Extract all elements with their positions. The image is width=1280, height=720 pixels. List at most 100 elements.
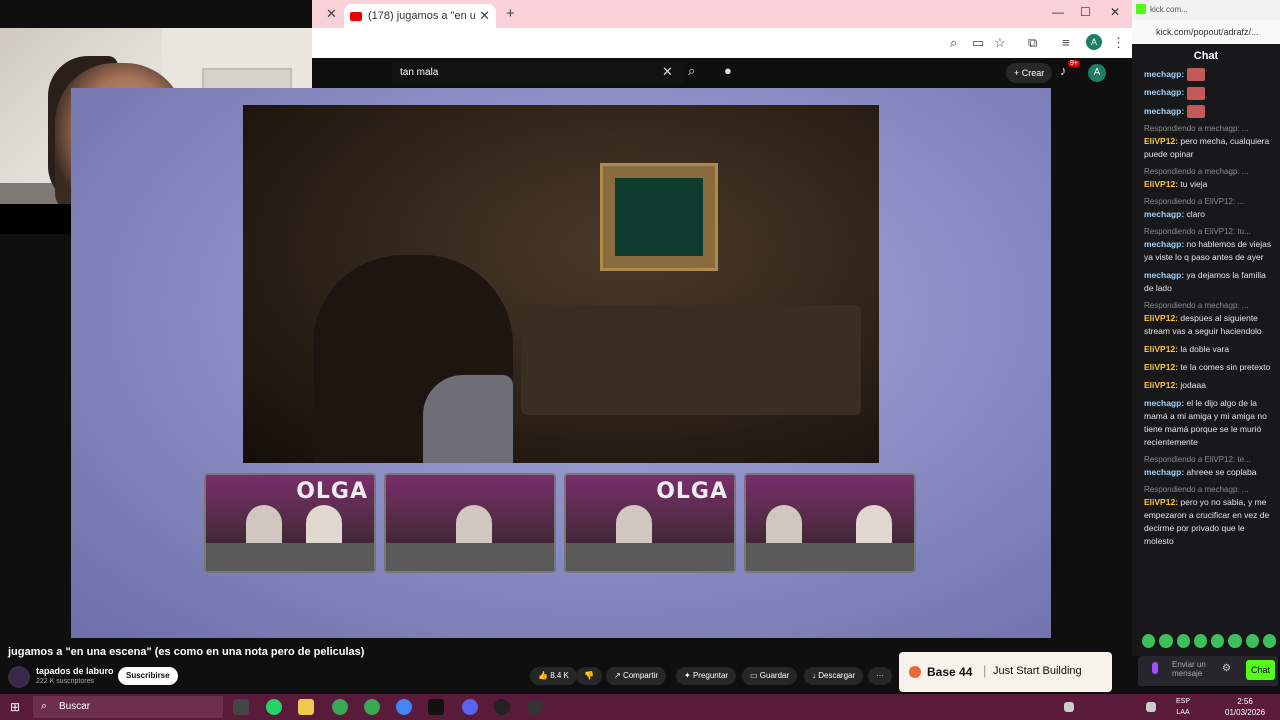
- search-input[interactable]: tan mala: [392, 62, 684, 84]
- zoom-icon[interactable]: ⌕: [950, 35, 957, 51]
- chat-username[interactable]: EliVP12:: [1144, 362, 1178, 372]
- video-frame: [243, 105, 879, 463]
- language-indicator[interactable]: ESP LAA: [1176, 696, 1190, 718]
- whatsapp-icon[interactable]: [266, 699, 282, 715]
- chat-message: mechagp:: [1144, 104, 1274, 118]
- emote-icon[interactable]: [1228, 634, 1242, 648]
- video-thumbnail[interactable]: OLGA: [204, 473, 376, 573]
- ad-banner[interactable]: Base 44 | Just Start Building: [899, 652, 1112, 692]
- emote-icon[interactable]: [1193, 634, 1207, 648]
- system-clock[interactable]: 2:56 01/03/2026: [1225, 696, 1265, 718]
- chat-username[interactable]: mechagp:: [1144, 87, 1184, 97]
- taskbar-search[interactable]: ⌕ Buscar: [33, 696, 223, 718]
- chat-username[interactable]: mechagp:: [1144, 209, 1184, 219]
- chat-message: Respondiendo a EliVP12: ... mechagp: clar…: [1144, 196, 1274, 221]
- emote-icon[interactable]: [1211, 634, 1225, 648]
- share-button[interactable]: ↗ Compartir: [606, 667, 667, 685]
- more-actions-button[interactable]: ···: [868, 667, 892, 685]
- subscribe-button[interactable]: Suscribirse: [118, 667, 178, 685]
- chat-username[interactable]: mechagp:: [1144, 398, 1184, 408]
- windows-start-icon[interactable]: ⊞: [10, 700, 20, 714]
- gear-icon[interactable]: ⚙: [1222, 663, 1231, 674]
- microphone-icon[interactable]: [1152, 662, 1158, 674]
- bookmark-star-icon[interactable]: ☆: [994, 35, 1006, 51]
- like-button[interactable]: 👍 8.4 K: [530, 667, 577, 685]
- chat-text: claro: [1186, 208, 1205, 219]
- chat-message: EliVP12: te la comes sin pretexto: [1144, 361, 1274, 374]
- channel-name[interactable]: tapados de laburo: [36, 666, 114, 676]
- share-label: Compartir: [622, 671, 659, 680]
- tray-chevron-icon[interactable]: [1064, 702, 1074, 712]
- volume-icon[interactable]: [1146, 702, 1156, 712]
- tiktok-icon[interactable]: [428, 699, 444, 715]
- chat-emote: [1186, 68, 1205, 82]
- search-icon[interactable]: ⌕: [688, 63, 695, 79]
- minimize-icon[interactable]: —: [1052, 5, 1064, 19]
- thumbnail-desk: [566, 543, 734, 571]
- chat-username[interactable]: mechagp:: [1144, 106, 1184, 116]
- save-button[interactable]: ▭ Guardar: [742, 667, 798, 685]
- taskbar: ⊞ ⌕ Buscar ESP LAA 2:56 01/03/2026: [0, 694, 1280, 720]
- video-thumbnail[interactable]: [744, 473, 916, 573]
- chat-username[interactable]: mechagp:: [1144, 69, 1184, 79]
- bell-icon[interactable]: ♪: [1060, 63, 1067, 78]
- new-tab-button[interactable]: +: [506, 5, 515, 22]
- chat-username[interactable]: EliVP12:: [1144, 313, 1178, 323]
- file-explorer-icon[interactable]: [298, 699, 314, 715]
- close-window-icon[interactable]: ✕: [1110, 5, 1120, 19]
- clear-icon[interactable]: ✕: [662, 64, 673, 80]
- ask-button[interactable]: ✦ Preguntar: [676, 667, 737, 685]
- clock-date: 01/03/2026: [1225, 708, 1266, 717]
- chat-username[interactable]: EliVP12:: [1144, 344, 1178, 354]
- chat-message-list[interactable]: mechagp: mechagp: mechagp: Respondiendo …: [1132, 68, 1280, 628]
- close-icon[interactable]: ✕: [479, 8, 490, 24]
- discord-icon[interactable]: [462, 699, 478, 715]
- chat-input-placeholder: Enviar un mensaje: [1172, 660, 1206, 678]
- close-icon[interactable]: ✕: [326, 6, 337, 22]
- emote-icon[interactable]: [1159, 634, 1173, 648]
- emote-icon[interactable]: [1262, 634, 1276, 648]
- chat-message: EliVP12: jodaaa: [1144, 379, 1274, 392]
- chat-username[interactable]: mechagp:: [1144, 467, 1184, 477]
- video-thumbnail[interactable]: [384, 473, 556, 573]
- chat-username[interactable]: EliVP12:: [1144, 380, 1178, 390]
- emote-icon[interactable]: [1245, 634, 1259, 648]
- maximize-icon[interactable]: ☐: [1080, 5, 1091, 19]
- chat-username[interactable]: EliVP12:: [1144, 179, 1178, 189]
- emote-icon[interactable]: [1176, 634, 1190, 648]
- chat-text: la doble vara: [1180, 343, 1230, 354]
- browser-menu-icon[interactable]: ⋮: [1112, 35, 1125, 51]
- obs-icon[interactable]: [494, 699, 510, 715]
- chat-title: Chat: [1193, 50, 1219, 62]
- chat-url-bar[interactable]: kick.com/popout/adrafz/...: [1132, 20, 1280, 44]
- chrome-icon[interactable]: [364, 699, 380, 715]
- media-icon[interactable]: ≡: [1062, 35, 1070, 50]
- chat-text: ahreee se coplaba: [1186, 466, 1257, 477]
- chat-username[interactable]: mechagp:: [1144, 239, 1184, 249]
- chrome-icon[interactable]: [332, 699, 348, 715]
- channel-avatar[interactable]: [8, 666, 30, 688]
- browser-profile-avatar[interactable]: A: [1086, 34, 1102, 50]
- create-button[interactable]: + Crear: [1006, 63, 1053, 83]
- chat-username[interactable]: mechagp:: [1144, 270, 1184, 280]
- clock-time: 2:56: [1237, 697, 1253, 706]
- download-button[interactable]: ↓ Descargar: [804, 667, 864, 685]
- emote-bar: [1142, 634, 1276, 650]
- chrome-icon[interactable]: [396, 699, 412, 715]
- browser-tab-active[interactable]: (178) jugamos a "en una escena" ✕: [344, 4, 496, 28]
- chat-reply-context: Respondiendo a mechagp: ...: [1144, 123, 1249, 133]
- task-view-icon[interactable]: [233, 699, 249, 715]
- dislike-button[interactable]: 👎: [576, 667, 602, 685]
- chat-username[interactable]: EliVP12:: [1144, 497, 1178, 507]
- chat-input[interactable]: Enviar un mensaje ⚙ Chat: [1138, 656, 1278, 686]
- app-icon[interactable]: [527, 699, 543, 715]
- chat-username[interactable]: EliVP12:: [1144, 136, 1178, 146]
- microphone-icon[interactable]: ●: [724, 63, 732, 78]
- emote-icon[interactable]: [1142, 634, 1156, 648]
- chat-send-button[interactable]: Chat: [1246, 660, 1276, 680]
- extensions-icon[interactable]: ⧉: [1028, 35, 1037, 51]
- video-thumbnail[interactable]: OLGA: [564, 473, 736, 573]
- avatar[interactable]: A: [1088, 64, 1106, 82]
- chat-emote: [1186, 86, 1205, 100]
- cast-icon[interactable]: ▭: [972, 35, 984, 51]
